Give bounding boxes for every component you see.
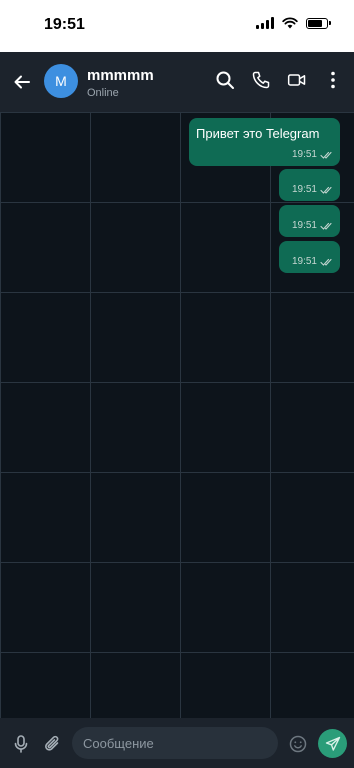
message-meta: 19:51	[292, 220, 334, 231]
message-meta: 19:51	[292, 149, 334, 160]
double-check-icon	[320, 258, 332, 266]
message-time: 19:51	[291, 149, 317, 160]
message-time: 19:51	[291, 220, 317, 231]
battery-level	[308, 19, 322, 27]
chat-header: M mmmmm Online	[0, 52, 354, 112]
microphone-icon[interactable]	[11, 734, 31, 754]
message-bubble[interactable]: 19:51	[279, 169, 340, 201]
message-bubble[interactable]: 19:51	[279, 205, 340, 237]
paperclip-icon[interactable]	[42, 733, 64, 755]
status-bar: 19:51	[0, 0, 354, 52]
header-actions	[214, 69, 344, 91]
status-time: 19:51	[44, 16, 85, 33]
call-button[interactable]	[250, 69, 272, 91]
back-arrow-icon	[14, 75, 30, 89]
message-bubble[interactable]: Привет это Telegram 19:51	[189, 118, 340, 166]
back-button[interactable]	[10, 70, 34, 94]
message-time: 19:51	[291, 184, 317, 195]
double-check-icon	[320, 222, 332, 230]
avatar[interactable]: M	[44, 64, 78, 98]
message-time: 19:51	[291, 256, 317, 267]
search-icon	[216, 71, 234, 89]
send-button[interactable]	[318, 729, 347, 758]
status-icons	[256, 17, 331, 29]
video-call-button[interactable]	[286, 69, 308, 91]
more-vertical-icon	[331, 71, 335, 89]
battery-icon	[306, 17, 331, 29]
message-composer	[0, 718, 354, 768]
phone-icon	[252, 71, 270, 89]
message-meta: 19:51	[292, 184, 334, 195]
chat-area[interactable]: Привет это Telegram 19:51 19:51 19:51 19…	[0, 112, 354, 718]
message-text: Привет это Telegram	[196, 126, 320, 141]
emoji-icon[interactable]	[288, 734, 308, 754]
cellular-signal-icon	[256, 17, 274, 29]
video-camera-icon	[287, 74, 306, 86]
message-input[interactable]	[72, 727, 278, 759]
double-check-icon	[320, 151, 332, 159]
wifi-icon	[282, 17, 298, 29]
message-meta: 19:51	[292, 256, 334, 267]
message-bubble[interactable]: 19:51	[279, 241, 340, 273]
contact-status: Online	[87, 87, 119, 99]
double-check-icon	[320, 186, 332, 194]
contact-name[interactable]: mmmmm	[87, 67, 154, 84]
send-icon	[325, 736, 340, 751]
more-options-button[interactable]	[322, 69, 344, 91]
search-button[interactable]	[214, 69, 236, 91]
